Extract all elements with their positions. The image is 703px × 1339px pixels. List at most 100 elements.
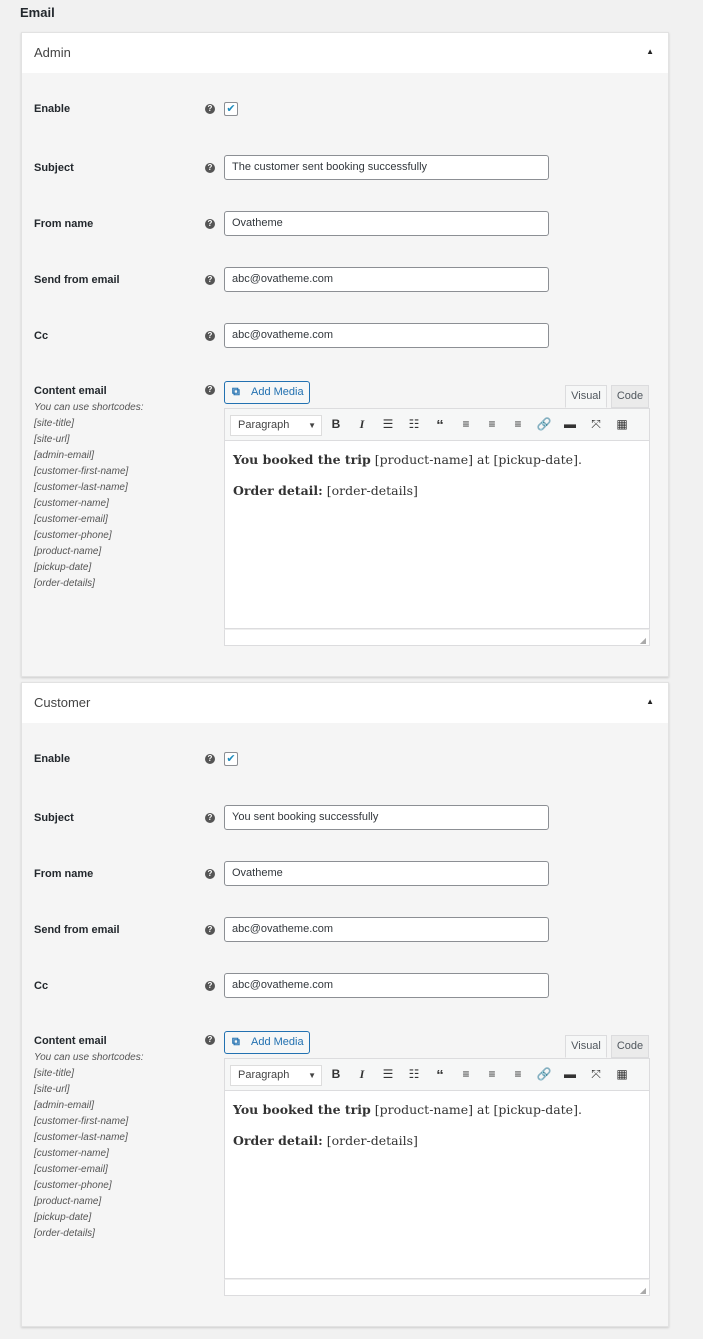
align-right-icon[interactable]: ≡ bbox=[510, 1067, 526, 1081]
cc-label: Cc bbox=[34, 980, 49, 992]
resize-handle-icon[interactable]: ◢ bbox=[640, 1286, 646, 1295]
line1-bold: You booked the trip bbox=[233, 1102, 371, 1117]
tab-code[interactable]: Code bbox=[611, 385, 649, 408]
shortcode-item: [site-title] bbox=[34, 418, 75, 429]
align-right-icon[interactable]: ≡ bbox=[510, 417, 526, 431]
format-value: Paragraph bbox=[238, 1069, 290, 1081]
help-icon[interactable]: ? bbox=[205, 981, 215, 991]
content-email-label: Content email bbox=[34, 385, 107, 397]
read-more-icon[interactable]: ▬ bbox=[562, 417, 578, 431]
collapse-arrow-icon[interactable]: ▲ bbox=[646, 47, 654, 56]
link-icon[interactable]: 🔗 bbox=[536, 417, 552, 431]
add-media-button[interactable]: ⧉ Add Media bbox=[224, 381, 310, 404]
help-icon[interactable]: ? bbox=[205, 219, 215, 229]
format-select[interactable]: Paragraph ▼ bbox=[230, 415, 322, 436]
dropdown-arrow-icon: ▼ bbox=[308, 1071, 316, 1080]
send-from-email-label: Send from email bbox=[34, 924, 120, 936]
shortcode-item: [customer-first-name] bbox=[34, 1116, 129, 1127]
send-from-email-input[interactable]: abc@ovatheme.com bbox=[224, 267, 549, 292]
enable-label: Enable bbox=[34, 753, 71, 765]
add-media-label: Add Media bbox=[251, 1036, 304, 1048]
italic-icon[interactable]: I bbox=[354, 1067, 370, 1082]
toolbar-toggle-icon[interactable]: ▦ bbox=[614, 1067, 630, 1081]
subject-input[interactable]: You sent booking successfully bbox=[224, 805, 549, 830]
line1-text: [product-name] at [pickup-date]. bbox=[370, 452, 582, 467]
admin-panel-header[interactable]: Admin ▲ bbox=[22, 33, 668, 73]
resize-handle-icon[interactable]: ◢ bbox=[640, 636, 646, 645]
help-icon[interactable]: ? bbox=[205, 1035, 215, 1045]
help-icon[interactable]: ? bbox=[205, 104, 215, 114]
editor-content[interactable]: You booked the trip [product-name] at [p… bbox=[224, 1091, 650, 1279]
editor-toolbar: Paragraph ▼ B I ☰ ☷ “ ≡ ≡ ≡ 🔗 ▬ ⤧ ▦ bbox=[224, 1058, 650, 1091]
bullet-list-icon[interactable]: ☰ bbox=[380, 417, 396, 431]
hint-text: You can use shortcodes: bbox=[34, 402, 144, 413]
shortcode-item: [customer-last-name] bbox=[34, 1132, 128, 1143]
align-left-icon[interactable]: ≡ bbox=[458, 1067, 474, 1081]
shortcode-item: [customer-last-name] bbox=[34, 482, 128, 493]
collapse-arrow-icon[interactable]: ▲ bbox=[646, 697, 654, 706]
numbered-list-icon[interactable]: ☷ bbox=[406, 1067, 422, 1081]
shortcode-item: [site-url] bbox=[34, 434, 70, 445]
tab-code[interactable]: Code bbox=[611, 1035, 649, 1058]
blockquote-icon[interactable]: “ bbox=[432, 1067, 448, 1084]
subject-label: Subject bbox=[34, 812, 74, 824]
shortcode-item: [product-name] bbox=[34, 1196, 102, 1207]
line2-bold: Order detail: bbox=[233, 483, 323, 498]
admin-panel: Admin ▲ Enable ? ✔ Subject ? The custome… bbox=[21, 32, 669, 677]
blockquote-icon[interactable]: “ bbox=[432, 417, 448, 434]
bold-icon[interactable]: B bbox=[328, 1067, 344, 1081]
add-media-button[interactable]: ⧉ Add Media bbox=[224, 1031, 310, 1054]
shortcode-item: [customer-name] bbox=[34, 498, 109, 509]
editor-statusbar: ◢ bbox=[224, 1279, 650, 1296]
cc-input[interactable]: abc@ovatheme.com bbox=[224, 973, 549, 998]
line2-bold: Order detail: bbox=[233, 1133, 323, 1148]
fullscreen-icon[interactable]: ⤧ bbox=[588, 1067, 604, 1082]
editor-toolbar: Paragraph ▼ B I ☰ ☷ “ ≡ ≡ ≡ 🔗 ▬ ⤧ ▦ bbox=[224, 408, 650, 441]
numbered-list-icon[interactable]: ☷ bbox=[406, 417, 422, 431]
section-title: Email bbox=[20, 5, 55, 20]
subject-input[interactable]: The customer sent booking successfully bbox=[224, 155, 549, 180]
align-center-icon[interactable]: ≡ bbox=[484, 1067, 500, 1081]
from-name-input[interactable]: Ovatheme bbox=[224, 861, 549, 886]
link-icon[interactable]: 🔗 bbox=[536, 1067, 552, 1081]
help-icon[interactable]: ? bbox=[205, 163, 215, 173]
line2-text: [order-details] bbox=[322, 1133, 418, 1148]
add-media-label: Add Media bbox=[251, 386, 304, 398]
shortcode-hint: You can use shortcodes: [site-title] [sit… bbox=[34, 1050, 144, 1242]
shortcode-item: [customer-first-name] bbox=[34, 466, 129, 477]
shortcode-item: [customer-name] bbox=[34, 1148, 109, 1159]
shortcode-item: [admin-email] bbox=[34, 450, 95, 461]
from-name-label: From name bbox=[34, 218, 94, 230]
help-icon[interactable]: ? bbox=[205, 331, 215, 341]
help-icon[interactable]: ? bbox=[205, 385, 215, 395]
customer-panel-header[interactable]: Customer ▲ bbox=[22, 683, 668, 723]
align-left-icon[interactable]: ≡ bbox=[458, 417, 474, 431]
help-icon[interactable]: ? bbox=[205, 275, 215, 285]
send-from-email-input[interactable]: abc@ovatheme.com bbox=[224, 917, 549, 942]
media-icon: ⧉ bbox=[232, 1036, 240, 1048]
editor-content[interactable]: You booked the trip [product-name] at [p… bbox=[224, 441, 650, 629]
cc-input[interactable]: abc@ovatheme.com bbox=[224, 323, 549, 348]
tab-visual[interactable]: Visual bbox=[565, 385, 607, 408]
enable-checkbox[interactable]: ✔ bbox=[224, 752, 238, 766]
align-center-icon[interactable]: ≡ bbox=[484, 417, 500, 431]
shortcode-item: [order-details] bbox=[34, 1228, 95, 1239]
toolbar-toggle-icon[interactable]: ▦ bbox=[614, 417, 630, 431]
read-more-icon[interactable]: ▬ bbox=[562, 1067, 578, 1081]
help-icon[interactable]: ? bbox=[205, 754, 215, 764]
from-name-input[interactable]: Ovatheme bbox=[224, 211, 549, 236]
help-icon[interactable]: ? bbox=[205, 925, 215, 935]
enable-checkbox[interactable]: ✔ bbox=[224, 102, 238, 116]
editor-statusbar: ◢ bbox=[224, 629, 650, 646]
shortcode-item: [customer-phone] bbox=[34, 1180, 112, 1191]
tab-visual[interactable]: Visual bbox=[565, 1035, 607, 1058]
fullscreen-icon[interactable]: ⤧ bbox=[588, 417, 604, 432]
enable-label: Enable bbox=[34, 103, 71, 115]
help-icon[interactable]: ? bbox=[205, 869, 215, 879]
italic-icon[interactable]: I bbox=[354, 417, 370, 432]
shortcode-item: [site-title] bbox=[34, 1068, 75, 1079]
help-icon[interactable]: ? bbox=[205, 813, 215, 823]
bullet-list-icon[interactable]: ☰ bbox=[380, 1067, 396, 1081]
format-select[interactable]: Paragraph ▼ bbox=[230, 1065, 322, 1086]
bold-icon[interactable]: B bbox=[328, 417, 344, 431]
